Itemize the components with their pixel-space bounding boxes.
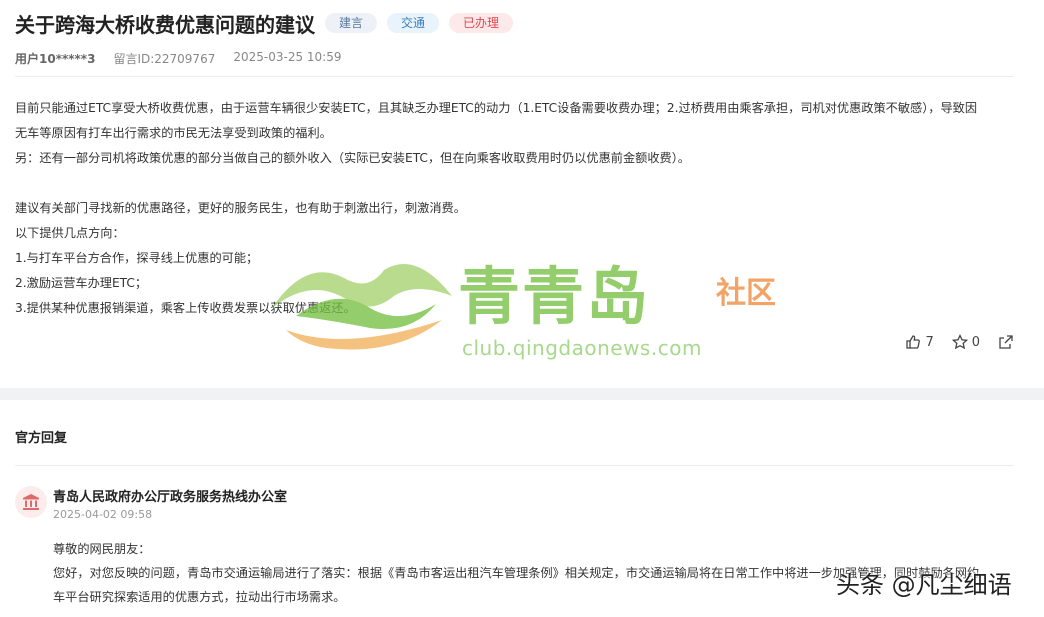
post-meta: 用户10*****3 留言ID:22709767 2025-03-25 10:5… — [15, 50, 341, 67]
like-button[interactable]: 7 — [905, 334, 934, 350]
favorite-button[interactable]: 0 — [951, 334, 980, 350]
body-line: 无车等原因有打车出行需求的市民无法享受到政策的福利。 — [15, 126, 332, 140]
author-name[interactable]: 用户10*****3 — [15, 50, 95, 67]
thumbs-up-icon — [906, 335, 921, 349]
divider — [15, 76, 1014, 77]
body-line: 另：还有一部分司机将政策优惠的部分当做自己的额外收入（实际已安装ETC，但在向乘… — [15, 151, 690, 165]
tag-traffic[interactable]: 交通 — [387, 13, 440, 33]
post-actions: 7 0 — [905, 334, 1014, 350]
reply-org-name[interactable]: 青岛人民政府办公厅政务服务热线办公室 — [53, 486, 287, 505]
status-badge: 已办理 — [449, 13, 514, 33]
favorite-count: 0 — [971, 334, 980, 350]
post-time: 2025-03-25 10:59 — [233, 50, 342, 64]
share-button[interactable] — [998, 334, 1014, 350]
share-icon — [999, 335, 1013, 349]
body-line: 2.激励运营车办理ETC； — [15, 276, 148, 290]
body-line: 目前只能通过ETC享受大桥收费优惠，由于运营车辆很少安装ETC，且其缺乏办理ET… — [15, 101, 978, 115]
divider — [15, 465, 1014, 466]
reply-time: 2025-04-02 09:58 — [53, 508, 153, 521]
tag-advice[interactable]: 建言 — [325, 13, 378, 33]
post-title: 关于跨海大桥收费优惠问题的建议 — [15, 12, 315, 37]
like-count: 7 — [925, 334, 934, 350]
official-reply-title: 官方回复 — [15, 431, 68, 446]
post-body: 目前只能通过ETC享受大桥收费优惠，由于运营车辆很少安装ETC，且其缺乏办理ET… — [15, 96, 1020, 321]
body-line: 3.提供某种优惠报销渠道，乘客上传收费发票以获取优惠返还。 — [15, 301, 356, 315]
body-line: 以下提供几点方向： — [15, 226, 125, 240]
reply-line: 尊敬的网民朋友： — [53, 542, 151, 556]
avatar — [15, 486, 47, 518]
government-building-icon — [23, 494, 39, 510]
body-line: 1.与打车平台方合作，探寻线上优惠的可能； — [15, 251, 259, 265]
toutiao-watermark: 头条 @凡尘细语 — [836, 571, 1012, 599]
post-header: 关于跨海大桥收费优惠问题的建议 建言 交通 已办理 — [15, 8, 514, 38]
star-icon — [951, 334, 968, 350]
message-id: 留言ID:22709767 — [113, 52, 216, 66]
body-line: 建议有关部门寻找新的优惠路径，更好的服务民生，也有助于刺激出行，刺激消费。 — [15, 201, 466, 215]
